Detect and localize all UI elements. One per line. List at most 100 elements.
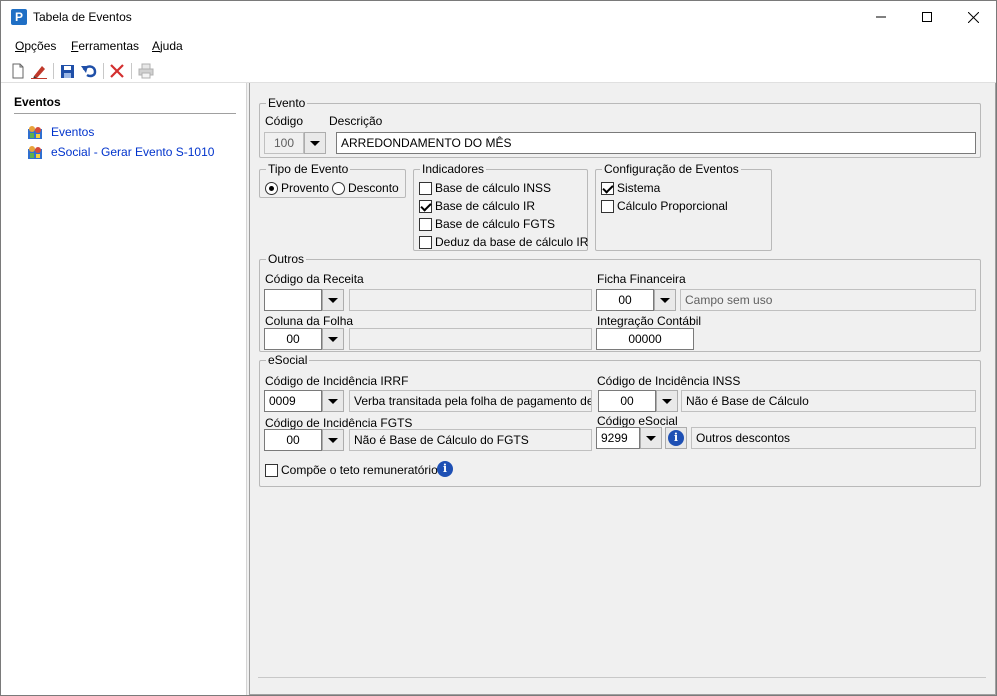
checkbox-unchecked-icon [601, 199, 614, 213]
minimize-button[interactable] [858, 1, 904, 33]
config-eventos-title: Configuração de Eventos [602, 162, 741, 176]
calculo-proporcional-checkbox[interactable]: Cálculo Proporcional [601, 198, 728, 214]
window-title: Tabela de Eventos [33, 10, 132, 24]
codigo-esocial-desc: Outros descontos [691, 427, 976, 449]
codigo-esocial-field[interactable]: 9299 [596, 427, 640, 449]
maximize-button[interactable] [904, 1, 950, 33]
print-icon [138, 63, 154, 79]
codigo-receita-field[interactable] [264, 289, 322, 311]
edit-button[interactable] [30, 62, 48, 80]
chevron-down-icon [662, 398, 672, 404]
delete-x-icon [110, 64, 124, 78]
teto-remuneratorio-label: Compõe o teto remuneratório? [281, 463, 445, 477]
undo-icon [81, 65, 97, 78]
indicadores-title: Indicadores [420, 162, 487, 176]
descricao-field[interactable]: ARREDONDAMENTO DO MÊS [336, 132, 976, 154]
inss-desc: Não é Base de Cálculo [681, 390, 976, 412]
chevron-down-icon [310, 140, 320, 146]
radio-selected-icon [265, 181, 278, 195]
coluna-folha-dropdown-button[interactable] [322, 328, 344, 350]
codigo-esocial-dropdown-button[interactable] [640, 427, 662, 449]
base-ir-checkbox[interactable]: Base de cálculo IR [419, 198, 535, 214]
fgts-desc: Não é Base de Cálculo do FGTS [349, 429, 592, 451]
coluna-folha-desc [349, 328, 592, 350]
people-folder-icon [28, 146, 42, 159]
provento-label: Provento [281, 181, 330, 195]
ficha-financeira-dropdown-button[interactable] [654, 289, 676, 311]
irrf-label: Código de Incidência IRRF [265, 374, 409, 388]
sidebar-item-esocial-s1010[interactable]: eSocial - Gerar Evento S-1010 [27, 143, 214, 161]
ficha-financeira-field[interactable]: 00 [596, 289, 654, 311]
chevron-down-icon [646, 435, 656, 441]
codigo-receita-desc [349, 289, 592, 311]
coluna-folha-field[interactable]: 00 [264, 328, 322, 350]
evento-group-title: Evento [266, 96, 308, 110]
save-disk-icon [60, 64, 74, 78]
checkbox-unchecked-icon [419, 181, 432, 195]
inss-dropdown-button[interactable] [656, 390, 678, 412]
ficha-financeira-label: Ficha Financeira [597, 272, 686, 286]
fgts-dropdown-button[interactable] [322, 429, 344, 451]
esocial-title: eSocial [266, 353, 310, 367]
outros-title: Outros [266, 252, 307, 266]
indicadores-group: Indicadores Base de cálculo INSS Base de… [413, 162, 588, 251]
deduz-ir-checkbox[interactable]: Deduz da base de cálculo IR [419, 234, 588, 250]
fgts-label: Código de Incidência FGTS [265, 416, 413, 430]
integracao-contabil-label: Integração Contábil [597, 314, 702, 328]
chevron-down-icon [328, 398, 338, 404]
base-ir-label: Base de cálculo IR [435, 199, 536, 213]
sidebar-item-eventos[interactable]: Eventos [27, 123, 94, 141]
deduz-ir-label: Deduz da base de cálculo IR [435, 235, 589, 249]
new-button[interactable] [9, 62, 27, 80]
irrf-dropdown-button[interactable] [322, 390, 344, 412]
sistema-label: Sistema [617, 181, 661, 195]
config-eventos-group: Configuração de Eventos Sistema Cálculo … [595, 162, 772, 251]
print-button[interactable] [137, 62, 155, 80]
toolbar [1, 59, 996, 83]
base-inss-checkbox[interactable]: Base de cálculo INSS [419, 180, 551, 196]
chevron-down-icon [660, 297, 670, 303]
codigo-field[interactable]: 100 [264, 132, 304, 154]
main-panel: Evento Código Descrição 100 ARREDONDAMEN… [249, 83, 996, 695]
desconto-radio[interactable]: Desconto [332, 180, 399, 196]
codigo-label: Código [265, 114, 304, 128]
inss-field[interactable]: 00 [598, 390, 656, 412]
descricao-label: Descrição [329, 114, 383, 128]
provento-radio[interactable]: Provento [265, 180, 329, 196]
title-bar: P Tabela de Eventos [1, 1, 996, 33]
app-window: P Tabela de Eventos Opções Ferramentas A… [0, 0, 997, 696]
menu-bar: Opções Ferramentas Ajuda [1, 33, 996, 59]
desconto-label: Desconto [348, 181, 399, 195]
base-fgts-checkbox[interactable]: Base de cálculo FGTS [419, 216, 555, 232]
base-inss-label: Base de cálculo INSS [435, 181, 552, 195]
codigo-dropdown-button[interactable] [304, 132, 326, 154]
integracao-contabil-field[interactable]: 00000 [596, 328, 694, 350]
save-button[interactable] [58, 62, 76, 80]
irrf-field[interactable]: 0009 [264, 390, 322, 412]
new-document-icon [12, 63, 24, 79]
codigo-receita-dropdown-button[interactable] [322, 289, 344, 311]
codigo-esocial-info-button[interactable]: i [665, 427, 687, 449]
menu-opcoes[interactable]: Opções [15, 39, 56, 53]
info-icon: i [668, 430, 684, 446]
checkbox-checked-icon [601, 181, 614, 195]
delete-button[interactable] [108, 62, 126, 80]
irrf-desc: Verba transitada pela folha de pagamento… [349, 390, 592, 412]
tipo-evento-group: Tipo de Evento Provento Desconto [259, 162, 406, 198]
checkbox-unchecked-icon [419, 235, 432, 249]
outros-group: Outros Código da Receita Ficha Financeir… [259, 252, 981, 352]
inss-label: Código de Incidência INSS [597, 374, 741, 388]
close-button[interactable] [950, 1, 996, 33]
base-fgts-label: Base de cálculo FGTS [435, 217, 556, 231]
sidebar-item-label: Eventos [51, 125, 95, 139]
checkbox-unchecked-icon [419, 217, 432, 231]
menu-ferramentas[interactable]: Ferramentas [71, 39, 139, 53]
app-logo-icon: P [11, 9, 27, 25]
teto-info-icon[interactable]: i [437, 461, 453, 477]
sistema-checkbox[interactable]: Sistema [601, 180, 660, 196]
menu-ajuda[interactable]: Ajuda [152, 39, 183, 53]
undo-button[interactable] [80, 62, 98, 80]
teto-remuneratorio-checkbox[interactable]: Compõe o teto remuneratório? [265, 462, 444, 478]
people-folder-icon [28, 126, 42, 139]
fgts-field[interactable]: 00 [264, 429, 322, 451]
